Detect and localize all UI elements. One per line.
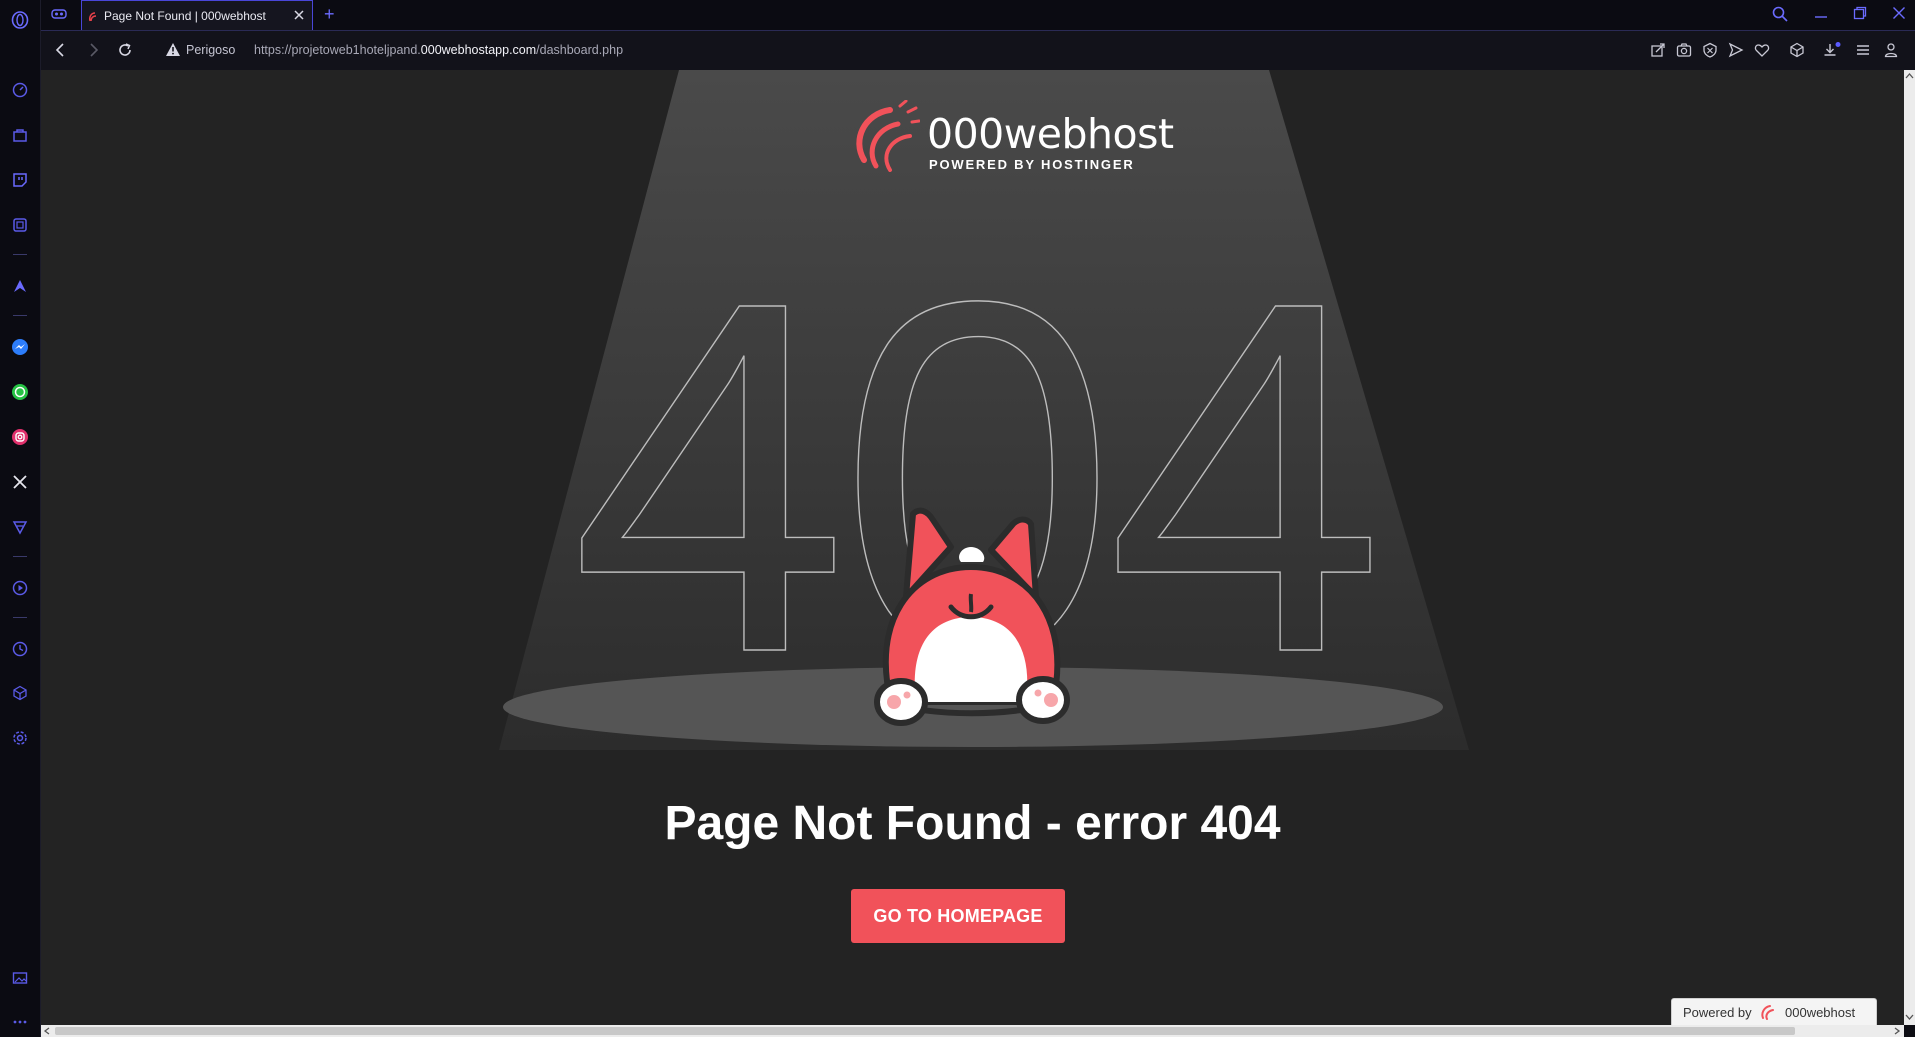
heart-icon[interactable] [1754, 42, 1770, 63]
brand-name: 000webhost [927, 110, 1174, 158]
whatsapp-icon[interactable] [8, 380, 32, 404]
messenger-icon[interactable] [8, 335, 32, 359]
new-tab-button[interactable]: + [324, 4, 335, 25]
security-label[interactable]: Perigoso [186, 43, 235, 57]
easy-setup-icon[interactable] [1855, 42, 1871, 63]
crypto-wallet-icon[interactable] [8, 213, 32, 237]
extensions-icon[interactable] [8, 681, 32, 705]
scroll-left-icon[interactable] [43, 1027, 51, 1035]
tab-islands-icon[interactable] [51, 7, 67, 26]
download-icon[interactable] [1823, 42, 1841, 63]
reload-icon[interactable] [117, 42, 133, 63]
000webhost-logo-icon [856, 100, 920, 172]
url-path: /dashboard.php [536, 43, 624, 57]
sidebar-separator [13, 315, 27, 316]
speed-dial-icon[interactable] [8, 78, 32, 102]
settings-icon[interactable] [8, 726, 32, 750]
sidebar-separator [13, 254, 27, 255]
scroll-up-icon[interactable] [1905, 72, 1914, 79]
profile-icon[interactable] [1884, 42, 1898, 63]
scroll-right-icon[interactable] [1893, 1027, 1901, 1035]
x-icon[interactable] [8, 470, 32, 494]
history-icon[interactable] [8, 637, 32, 661]
horizontal-scroll-thumb[interactable] [55, 1027, 1795, 1035]
more-icon[interactable] [8, 1010, 32, 1034]
shopping-bag-icon[interactable] [8, 123, 32, 147]
scroll-down-icon[interactable] [1905, 1014, 1914, 1021]
close-window-icon[interactable] [1892, 6, 1906, 25]
sidebar-separator [13, 556, 27, 557]
forward-icon[interactable] [85, 42, 101, 63]
warning-icon[interactable] [165, 42, 181, 62]
tab-active[interactable]: Page Not Found | 000webhost [81, 0, 313, 30]
000webhost-small-logo-icon [1761, 1005, 1774, 1020]
page-title: Page Not Found - error 404 [664, 797, 1281, 850]
url-field[interactable]: https://projetoweb1hoteljpand.000webhost… [254, 43, 623, 57]
twitch-icon[interactable] [8, 168, 32, 192]
aria-icon[interactable] [8, 274, 32, 298]
tab-favicon-icon [88, 10, 100, 28]
powered-by-label: Powered by [1683, 1005, 1752, 1020]
corgi-mascot-illustration [874, 507, 1070, 726]
brand-tagline: POWERED BY HOSTINGER [929, 157, 1135, 172]
tab-strip: Page Not Found | 000webhost + [41, 0, 1915, 31]
send-icon[interactable] [1728, 42, 1744, 63]
tab-search-icon[interactable] [1772, 6, 1788, 27]
instagram-icon[interactable] [8, 425, 32, 449]
cube-icon[interactable] [1789, 42, 1805, 63]
restore-window-icon[interactable] [1853, 6, 1867, 25]
player-icon[interactable] [8, 576, 32, 600]
address-bar: Perigoso https://projetoweb1hoteljpand.0… [41, 31, 1915, 70]
tab-close-icon[interactable] [292, 8, 306, 27]
back-icon[interactable] [53, 42, 69, 63]
opera-logo-icon[interactable] [8, 8, 32, 32]
sidebar-separator [13, 617, 27, 618]
url-prefix: https://projetoweb1hoteljpand. [254, 43, 421, 57]
url-domain: 000webhostapp.com [420, 43, 537, 57]
camera-icon[interactable] [1676, 42, 1692, 63]
powered-by-badge[interactable]: Powered by 000webhost [1671, 998, 1877, 1025]
minimize-window-icon[interactable] [1814, 6, 1828, 25]
adblock-icon[interactable] [1702, 42, 1718, 63]
tab-title: Page Not Found | 000webhost [104, 9, 266, 23]
page-content: 404 000webhost POWERED BY HOSTINGER Page… [41, 70, 1904, 1025]
snapshot-icon[interactable] [1650, 42, 1666, 63]
browser-sidebar [0, 0, 41, 1037]
gallery-icon[interactable] [8, 966, 32, 990]
horizontal-scrollbar[interactable] [41, 1025, 1904, 1037]
powered-by-brand: 000webhost [1785, 1005, 1856, 1020]
vpn-icon[interactable] [8, 515, 32, 539]
vertical-scrollbar[interactable] [1904, 70, 1915, 1025]
go-to-homepage-button[interactable]: GO TO HOMEPAGE [851, 889, 1065, 943]
